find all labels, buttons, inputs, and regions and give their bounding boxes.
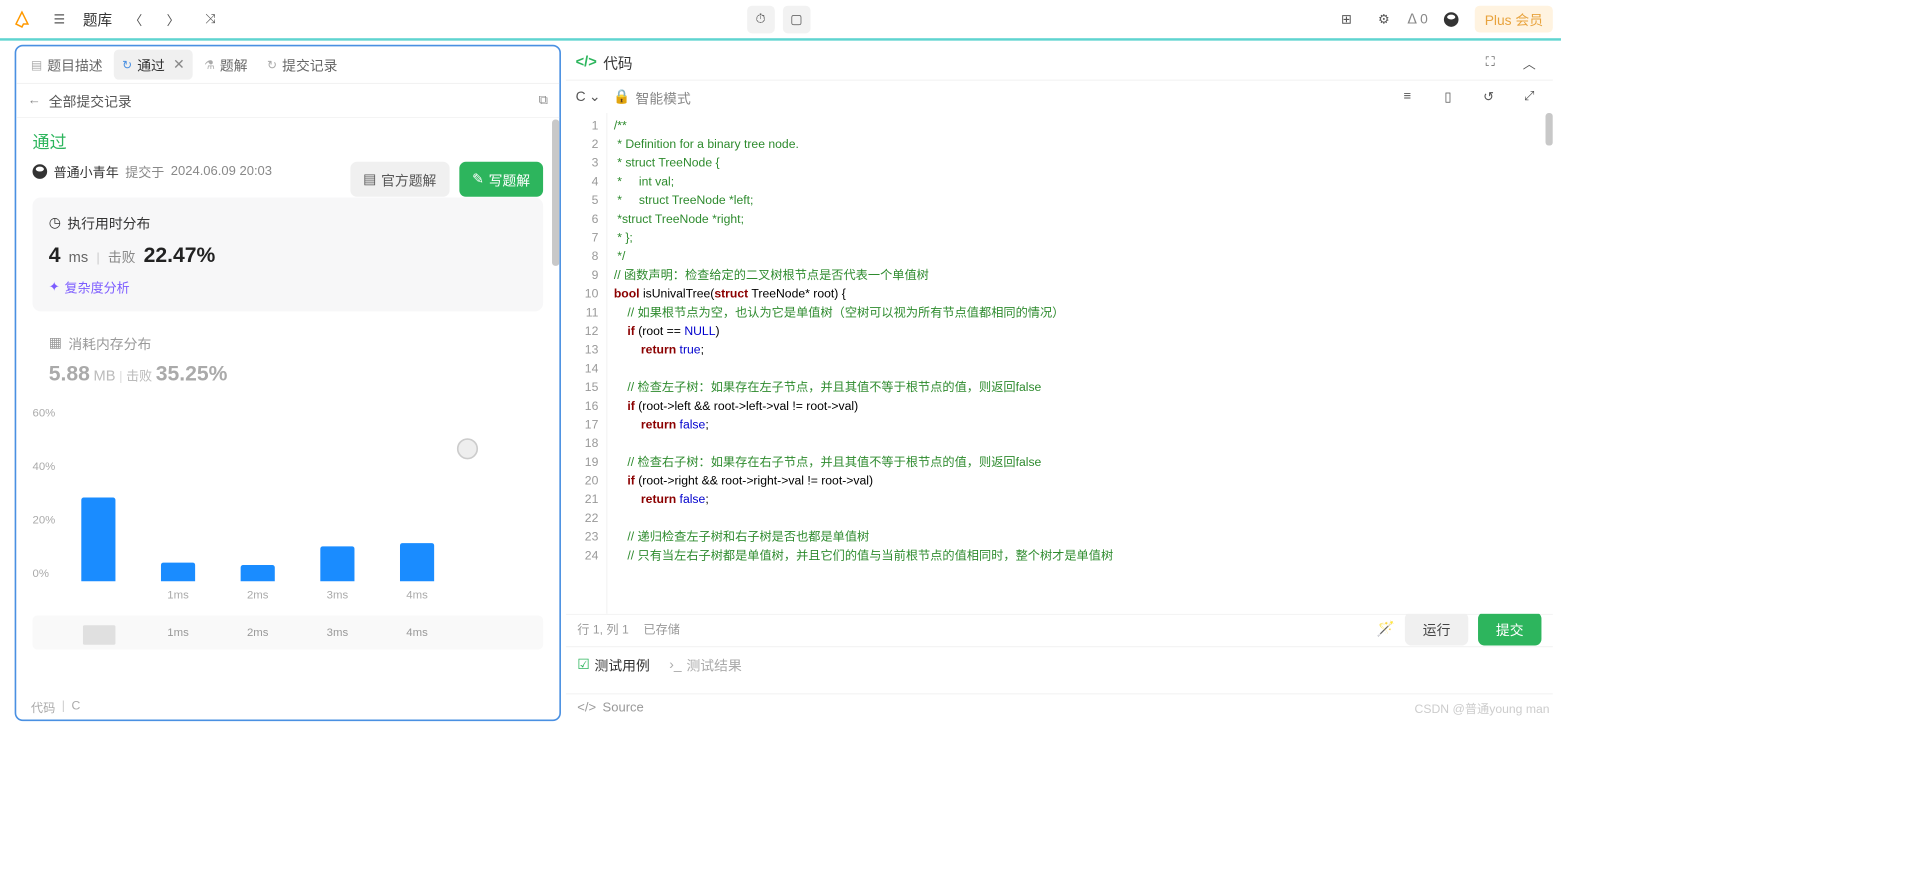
- doc-icon: ▤: [31, 57, 43, 72]
- chart-bar[interactable]: [320, 546, 354, 581]
- tab-testcases[interactable]: ☑测试用例: [577, 654, 650, 674]
- chip-icon: ▦: [49, 335, 62, 351]
- chart-minimap[interactable]: 1ms 2ms 3ms 4ms: [33, 615, 544, 649]
- submit-button[interactable]: 提交: [1478, 612, 1541, 645]
- submitted-prefix: 提交于: [125, 162, 164, 182]
- subheader-title: 全部提交记录: [49, 90, 132, 110]
- close-icon[interactable]: ✕: [173, 57, 185, 73]
- avatar-icon[interactable]: [1438, 5, 1466, 33]
- chart-bar[interactable]: [81, 497, 115, 581]
- cursor-position: 行 1, 列 1: [577, 620, 629, 637]
- code-editor[interactable]: 123456789101112131415161718192021222324 …: [566, 113, 1553, 614]
- code-icon: </>: [576, 54, 597, 71]
- code-header: </>代码 ⛶ ︿: [566, 45, 1553, 81]
- language-select[interactable]: C⌄: [576, 89, 601, 105]
- note-icon[interactable]: ▢: [783, 5, 811, 33]
- left-footer: 代码|C: [31, 699, 80, 716]
- plus-member-button[interactable]: Plus 会员: [1475, 6, 1553, 33]
- status-text: 通过: [33, 129, 544, 153]
- expand-icon[interactable]: ⛶: [1476, 48, 1504, 76]
- share-icon[interactable]: ⧉: [539, 93, 548, 108]
- left-tabs: ▤题目描述 ↻通过✕ ⚗题解 ↻提交记录: [16, 46, 559, 83]
- fullscreen-icon[interactable]: ⤢: [1515, 83, 1543, 111]
- terminal-icon: ›_: [669, 656, 681, 672]
- settings-icon[interactable]: ⚙: [1370, 5, 1398, 33]
- write-solution-button[interactable]: ✎写题解: [459, 162, 543, 197]
- streak-counter[interactable]: ᐃ0: [1407, 11, 1427, 27]
- list-icon[interactable]: ☰: [46, 5, 74, 33]
- memory-card[interactable]: ▦消耗内存分布 5.88 MB | 击败 35.25%: [33, 329, 544, 389]
- code-icon: </>: [577, 700, 596, 715]
- collapse-icon[interactable]: ︿: [1515, 48, 1543, 76]
- username[interactable]: 普通小青年: [54, 162, 119, 182]
- memory-beats: 35.25%: [156, 361, 228, 385]
- format-icon[interactable]: ≡: [1393, 83, 1421, 111]
- lock-icon: 🔒: [613, 89, 630, 105]
- mode-select[interactable]: 🔒智能模式: [613, 87, 690, 107]
- tab-solution[interactable]: ⚗题解: [196, 50, 256, 80]
- grid-icon[interactable]: ⊞: [1333, 5, 1361, 33]
- user-icon: [33, 164, 48, 179]
- chart-bar[interactable]: [400, 543, 434, 581]
- bookmark-icon[interactable]: ▯: [1434, 83, 1462, 111]
- tab-description[interactable]: ▤题目描述: [23, 50, 111, 80]
- chevron-down-icon: ⌄: [589, 89, 601, 105]
- left-panel: ▤题目描述 ↻通过✕ ⚗题解 ↻提交记录 ← 全部提交记录 ⧉ 通过 ▤官方题解…: [15, 45, 561, 721]
- chart-bar[interactable]: [241, 565, 275, 581]
- shuffle-icon[interactable]: ⤨: [197, 5, 225, 33]
- test-tabs: ☑测试用例 ›_测试结果: [566, 646, 1553, 682]
- doc-icon: ▤: [363, 171, 376, 187]
- edit-icon: ✎: [472, 171, 484, 187]
- problem-library-link[interactable]: 题库: [83, 9, 112, 30]
- watermark: CSDN @普通young man: [1415, 700, 1550, 717]
- editor-scrollbar[interactable]: [1546, 113, 1553, 146]
- run-button[interactable]: 运行: [1405, 612, 1468, 645]
- chart-avatar-marker: [457, 438, 478, 459]
- editor-status-line: 行 1, 列 1 已存储 🪄 运行 提交: [566, 614, 1553, 643]
- right-panel: </>代码 ⛶ ︿ C⌄ 🔒智能模式 ≡ ▯ ↺ ⤢ 1234567891011…: [566, 45, 1553, 721]
- memory-value: 5.88: [49, 361, 90, 385]
- flask-icon: ⚗: [204, 57, 215, 72]
- reset-icon[interactable]: ↺: [1475, 83, 1503, 111]
- history-icon: ↻: [267, 57, 277, 72]
- clock-icon: ◷: [49, 214, 61, 230]
- submitted-time: 2024.06.09 20:03: [171, 164, 272, 179]
- sparkle-icon: ✦: [49, 279, 60, 295]
- submission-content: 通过 ▤官方题解 ✎写题解 普通小青年 提交于 2024.06.09 20:03…: [16, 118, 559, 720]
- tab-testresults[interactable]: ›_测试结果: [669, 654, 741, 674]
- back-arrow-icon[interactable]: ←: [28, 93, 41, 108]
- check-icon: ☑: [577, 656, 589, 672]
- next-icon[interactable]: 〉: [159, 5, 187, 33]
- runtime-value: 4: [49, 242, 61, 267]
- history-icon: ↻: [122, 57, 132, 72]
- tab-submissions[interactable]: ↻提交记录: [259, 50, 346, 80]
- chart-bar[interactable]: [161, 562, 195, 581]
- prev-icon[interactable]: 〈: [122, 5, 150, 33]
- source-bar[interactable]: </>Source: [566, 693, 1553, 721]
- top-bar: ☰ 题库 〈 〉 ⤨ ⏱ ▢ ⊞ ⚙ ᐃ0 Plus 会员: [0, 0, 1561, 41]
- tab-pass[interactable]: ↻通过✕: [114, 50, 193, 80]
- fire-icon: ᐃ: [1407, 11, 1416, 27]
- sub-header: ← 全部提交记录 ⧉: [16, 84, 559, 118]
- runtime-card[interactable]: ◷执行用时分布 4 ms | 击败 22.47% ✦复杂度分析: [33, 198, 544, 312]
- code-options: C⌄ 🔒智能模式 ≡ ▯ ↺ ⤢: [566, 80, 1553, 113]
- complexity-link[interactable]: ✦复杂度分析: [49, 277, 527, 297]
- official-solution-button[interactable]: ▤官方题解: [350, 162, 449, 197]
- save-status: 已存储: [643, 620, 680, 637]
- ai-assist-icon[interactable]: 🪄: [1377, 620, 1395, 637]
- logo-icon[interactable]: [8, 5, 36, 33]
- runtime-chart: 60% 40% 20% 0% 1ms2ms3ms4ms: [33, 406, 544, 609]
- runtime-beats: 22.47%: [144, 242, 216, 267]
- timer-icon[interactable]: ⏱: [747, 5, 775, 33]
